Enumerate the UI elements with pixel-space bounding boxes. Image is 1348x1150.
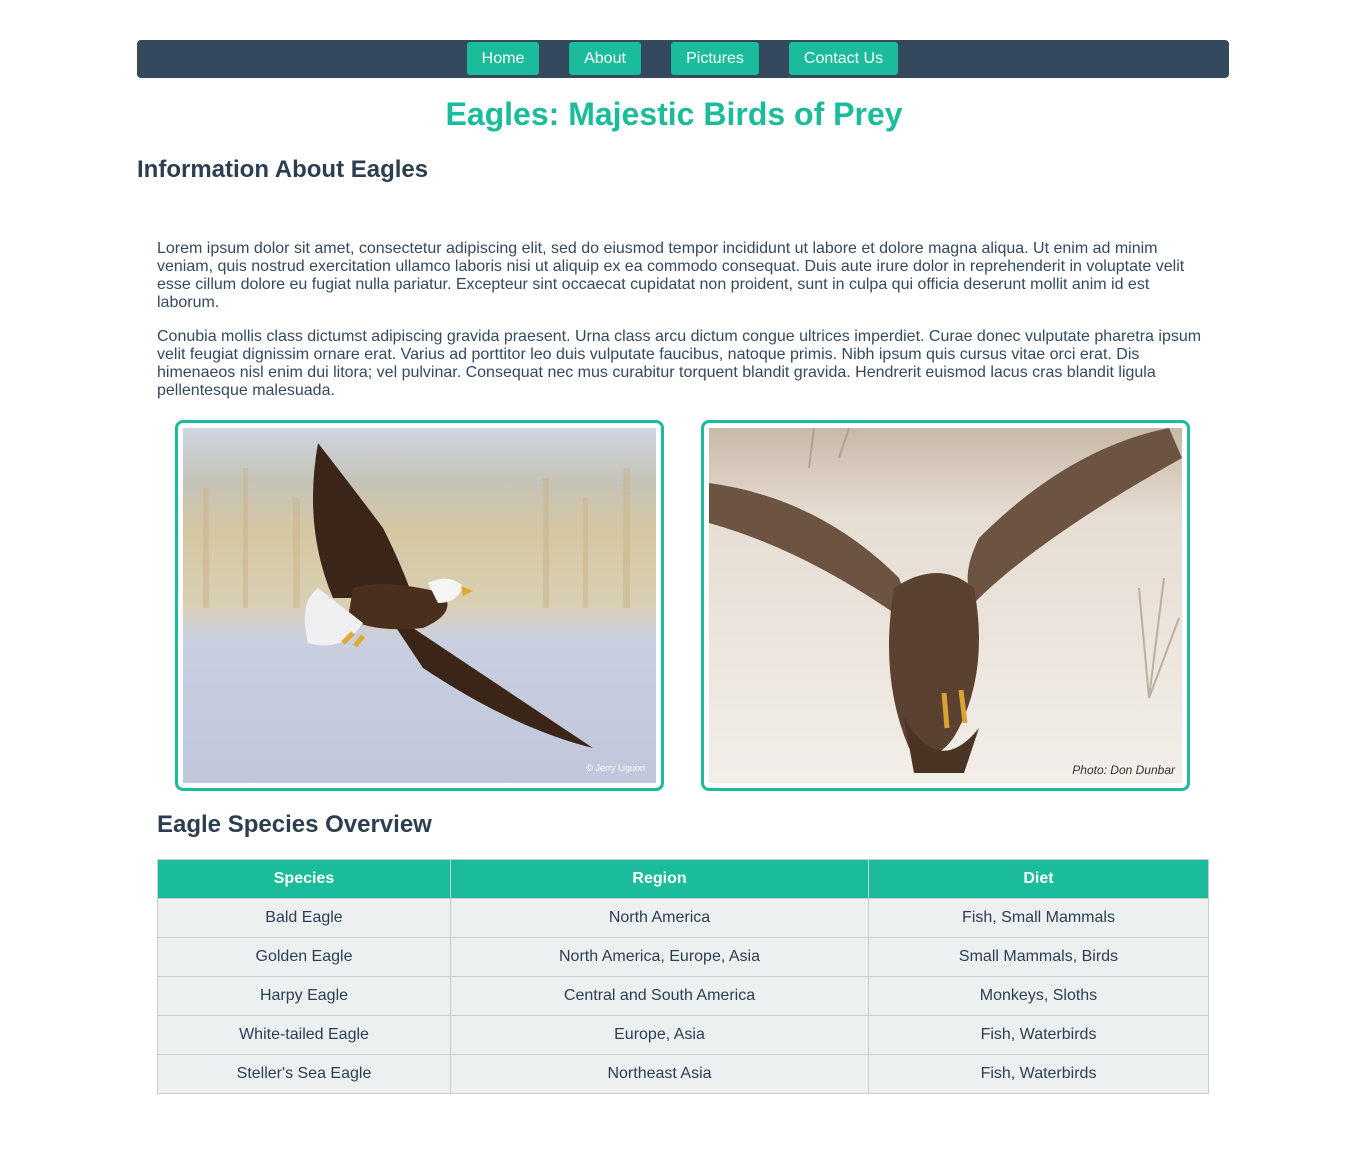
golden-eagle-image: Photo: Don Dunbar [709,428,1182,783]
table-cell: Golden Eagle [157,937,451,977]
table-cell: North America, Europe, Asia [450,937,869,977]
section-heading: Information About Eagles [137,156,429,183]
photo-credit-left: © Jerry Liguori [586,763,645,773]
intro-paragraph-2: Conubia mollis class dictumst adipiscing… [157,328,1202,399]
table-cell: North America [450,898,869,938]
table-cell: Fish, Waterbirds [868,1054,1209,1094]
species-table: Species Region Diet Bald Eagle North Ame… [157,859,1209,1094]
bald-eagle-photo: © Jerry Liguori [175,420,664,791]
table-cell: Northeast Asia [450,1054,869,1094]
table-cell: Europe, Asia [450,1015,869,1055]
column-header-diet: Diet [868,859,1209,899]
table-row: Harpy Eagle Central and South America Mo… [157,976,1209,1016]
table-cell: Bald Eagle [157,898,451,938]
table-cell: Small Mammals, Birds [868,937,1209,977]
page-title: Eagles: Majestic Birds of Prey [445,96,903,132]
table-row: Steller's Sea Eagle Northeast Asia Fish,… [157,1054,1209,1094]
nav-pictures-button[interactable]: Pictures [671,42,759,75]
golden-eagle-photo: Photo: Don Dunbar [701,420,1190,791]
table-cell: Fish, Waterbirds [868,1015,1209,1055]
main-navbar: Home About Pictures Contact Us [137,40,1229,78]
bald-eagle-image: © Jerry Liguori [183,428,656,783]
table-row: Bald Eagle North America Fish, Small Mam… [157,898,1209,938]
table-cell: Fish, Small Mammals [868,898,1209,938]
table-cell: Central and South America [450,976,869,1016]
column-header-region: Region [450,859,869,899]
table-row: Golden Eagle North America, Europe, Asia… [157,937,1209,977]
intro-paragraph-1: Lorem ipsum dolor sit amet, consectetur … [157,240,1185,311]
species-table-heading: Eagle Species Overview [157,811,432,838]
nav-home-button[interactable]: Home [467,42,539,75]
table-header-row: Species Region Diet [157,859,1209,899]
nav-contact-button[interactable]: Contact Us [789,42,898,75]
table-cell: Steller's Sea Eagle [157,1054,451,1094]
table-row: White-tailed Eagle Europe, Asia Fish, Wa… [157,1015,1209,1055]
table-cell: Harpy Eagle [157,976,451,1016]
table-cell: White-tailed Eagle [157,1015,451,1055]
nav-about-button[interactable]: About [569,42,641,75]
photo-credit-right: Photo: Don Dunbar [1072,763,1176,777]
column-header-species: Species [157,859,451,899]
table-cell: Monkeys, Sloths [868,976,1209,1016]
